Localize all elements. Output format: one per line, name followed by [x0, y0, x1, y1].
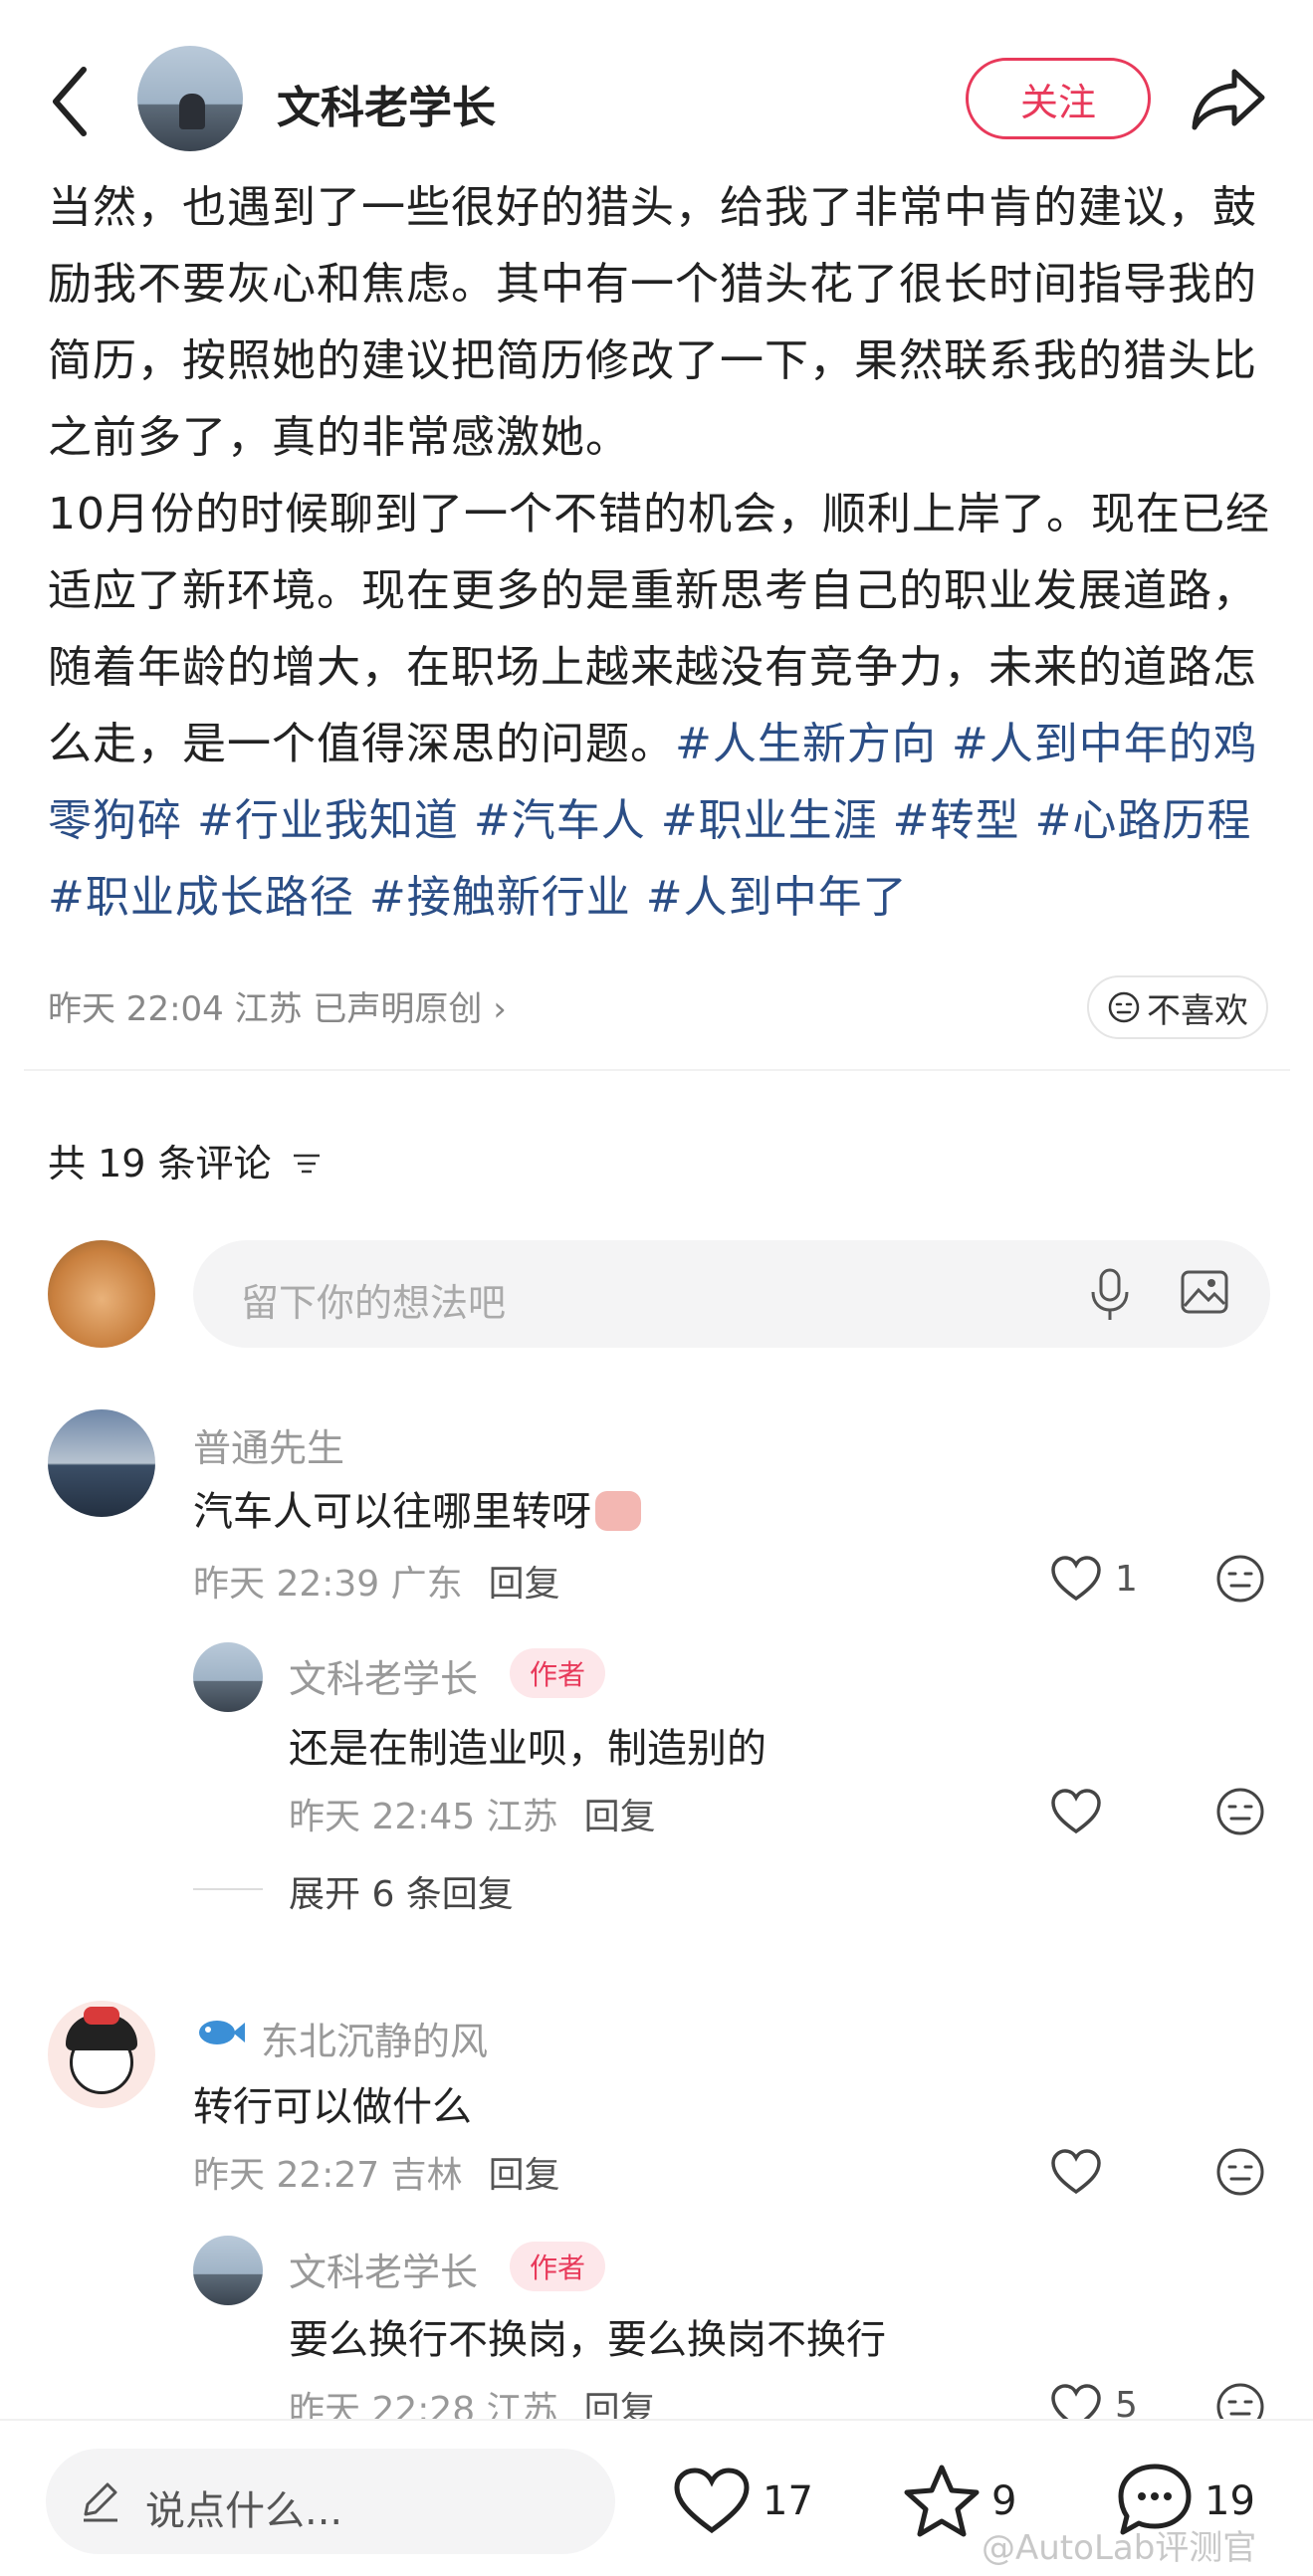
heart-icon[interactable] — [1049, 1788, 1103, 1835]
author-badge: 作者 — [510, 1648, 605, 1698]
divider — [24, 1069, 1290, 1071]
follow-button[interactable]: 关注 — [966, 58, 1151, 139]
pencil-icon — [84, 2482, 117, 2522]
hashtag[interactable]: #职业成长路径 — [48, 872, 354, 923]
commenter-avatar[interactable] — [48, 2001, 155, 2108]
reply-text: 还是在制造业呗，制造别的 — [289, 1726, 766, 1772]
comment-text: 转行可以做什么 — [193, 2084, 472, 2130]
hashtag[interactable]: #汽车人 — [474, 795, 646, 846]
star-icon[interactable] — [902, 2463, 982, 2538]
comment-meta: 昨天 22:27 吉林 回复 — [193, 2146, 560, 2198]
author-badge: 作者 — [510, 2242, 605, 2291]
reply-text: 要么换行不换岗，要么换岗不换行 — [289, 2317, 886, 2363]
hashtag[interactable]: #心路历程 — [1035, 795, 1252, 846]
replier-name[interactable]: 文科老学长 — [289, 2242, 478, 2296]
share-icon[interactable] — [1189, 64, 1268, 133]
reply-button[interactable]: 回复 — [489, 1564, 560, 1605]
commenter-name[interactable]: 普通先生 — [193, 1417, 344, 1472]
comment-count-label: 共 19 条评论 — [48, 1142, 272, 1185]
divider — [193, 1888, 263, 1890]
replier-avatar[interactable] — [193, 2236, 263, 2305]
watermark: @AutoLab评测官 — [982, 2528, 1257, 2568]
hashtag[interactable]: #行业我知道 — [197, 795, 459, 846]
like-heart-icon[interactable] — [673, 2467, 751, 2536]
post-body: 当然，也遇到了一些很好的猎头，给我了非常中肯的建议，鼓励我不要灰心和焦虑。其中有… — [48, 169, 1272, 936]
my-avatar — [48, 1240, 155, 1348]
heart-icon[interactable] — [1049, 2148, 1103, 2196]
expand-replies-button[interactable]: 展开 6 条回复 — [289, 1865, 514, 1917]
fish-icon — [199, 2021, 245, 2044]
sticker-emoji-icon — [595, 1491, 641, 1531]
reply-button[interactable]: 回复 — [584, 1797, 656, 1837]
like-total: 17 — [763, 2478, 813, 2524]
hashtag[interactable]: #转型 — [893, 795, 1020, 846]
post-paragraph: 10月份的时候聊到了一个不错的机会，顺利上岸了。现在已经适应了新环境。现在更多的… — [48, 476, 1272, 936]
commenter-name[interactable]: 东北沉静的风 — [261, 2011, 488, 2065]
heart-icon[interactable] — [1049, 1555, 1103, 1603]
neutral-face-icon — [1108, 991, 1140, 1023]
chevron-right-icon: › — [493, 989, 507, 1029]
comment-text-content: 汽车人可以往哪里转呀 — [193, 1489, 591, 1535]
comment-meta: 昨天 22:39 广东 回复 — [193, 1555, 560, 1607]
like-count: 1 — [1115, 1559, 1138, 1600]
author-avatar[interactable] — [137, 46, 243, 151]
commenter-avatar[interactable] — [48, 1409, 155, 1517]
reply-time: 昨天 22:45 江苏 — [289, 1797, 558, 1837]
reply-button[interactable]: 回复 — [489, 2155, 560, 2196]
image-icon[interactable] — [1179, 1266, 1230, 1318]
neutral-face-icon[interactable] — [1214, 2146, 1266, 2198]
comment-text: 汽车人可以往哪里转呀 — [193, 1479, 641, 1537]
dislike-button[interactable]: 不喜欢 — [1087, 975, 1268, 1039]
post-paragraph: 当然，也遇到了一些很好的猎头，给我了非常中肯的建议，鼓励我不要灰心和焦虑。其中有… — [48, 182, 1257, 463]
star-total: 9 — [991, 2478, 1017, 2524]
neutral-face-icon[interactable] — [1214, 1553, 1266, 1605]
say-something-placeholder: 说点什么... — [145, 2488, 343, 2534]
comment-time: 昨天 22:39 广东 — [193, 1564, 463, 1605]
post-meta[interactable]: 昨天 22:04 江苏 已声明原创 › — [48, 981, 507, 1030]
post-meta-text: 昨天 22:04 江苏 已声明原创 — [48, 989, 483, 1029]
comment-input-placeholder: 留下你的想法吧 — [241, 1281, 507, 1325]
sort-icon[interactable] — [290, 1151, 324, 1177]
neutral-face-icon[interactable] — [1214, 1786, 1266, 1837]
replier-name[interactable]: 文科老学长 — [289, 1648, 478, 1703]
comment-count[interactable]: 共 19 条评论 — [48, 1133, 324, 1187]
hashtag[interactable]: #人生新方向 — [675, 719, 937, 769]
author-name[interactable]: 文科老学长 — [277, 72, 496, 135]
hashtag[interactable]: #人到中年了 — [646, 872, 908, 923]
replier-avatar[interactable] — [193, 1642, 263, 1712]
hashtag[interactable]: #接触新行业 — [369, 872, 631, 923]
reply-meta: 昨天 22:45 江苏 回复 — [289, 1788, 656, 1839]
comment-total: 19 — [1204, 2478, 1255, 2524]
hashtag[interactable]: #职业生涯 — [661, 795, 878, 846]
back-arrow-icon[interactable] — [46, 62, 96, 141]
dislike-label: 不喜欢 — [1147, 990, 1248, 1031]
microphone-icon[interactable] — [1087, 1266, 1133, 1322]
comment-time: 昨天 22:27 吉林 — [193, 2155, 463, 2196]
